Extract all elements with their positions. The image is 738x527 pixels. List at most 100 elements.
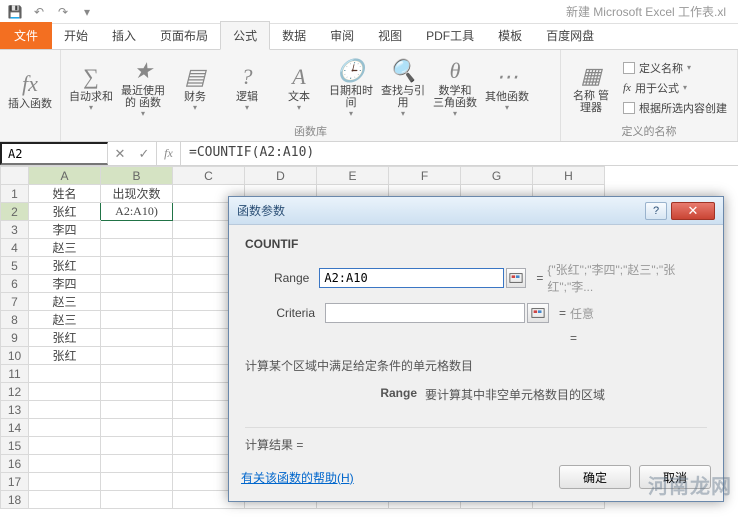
insert-function-button[interactable]: fx 插入函数: [6, 54, 54, 125]
fx-small-icon: fx: [623, 82, 631, 94]
cell[interactable]: 张红: [29, 329, 101, 347]
cell[interactable]: 李四: [29, 221, 101, 239]
cell[interactable]: 赵三: [29, 239, 101, 257]
cell[interactable]: 赵三: [29, 311, 101, 329]
function-name: COUNTIF: [245, 237, 707, 251]
row-header[interactable]: 4: [1, 239, 29, 257]
cell[interactable]: 李四: [29, 275, 101, 293]
theta-icon: θ: [450, 57, 461, 85]
row-header[interactable]: 18: [1, 491, 29, 509]
col-header-h[interactable]: H: [533, 167, 605, 185]
dialog-title: 函数参数: [237, 202, 645, 219]
text-button[interactable]: A文本▾: [275, 54, 323, 121]
row-header[interactable]: 9: [1, 329, 29, 347]
dialog-help-button[interactable]: ?: [645, 202, 667, 220]
arg-criteria-preview: 任意: [570, 305, 594, 322]
cancel-edit-button[interactable]: ✕: [108, 146, 132, 162]
tab-home[interactable]: 开始: [52, 22, 100, 49]
arg-criteria-input[interactable]: [325, 303, 525, 323]
math-trig-button[interactable]: θ数学和 三角函数▾: [431, 54, 479, 121]
recently-used-button[interactable]: ★最近使用的 函数▾: [119, 54, 167, 121]
tab-file[interactable]: 文件: [0, 22, 52, 49]
formula-input[interactable]: =COUNTIF(A2:A10): [181, 142, 738, 165]
tab-view[interactable]: 视图: [366, 22, 414, 49]
autosum-button[interactable]: ∑自动求和▾: [67, 54, 115, 121]
select-all-corner[interactable]: [1, 167, 29, 185]
col-header-b[interactable]: B: [101, 167, 173, 185]
question-icon: ?: [242, 63, 253, 91]
create-sel-icon: [623, 102, 635, 114]
tab-data[interactable]: 数据: [270, 22, 318, 49]
tab-page-layout[interactable]: 页面布局: [148, 22, 220, 49]
row-header[interactable]: 14: [1, 419, 29, 437]
date-time-button[interactable]: 🕒日期和时间▾: [327, 54, 375, 121]
cell[interactable]: 张红: [29, 347, 101, 365]
financial-button[interactable]: ▤财务▾: [171, 54, 219, 121]
active-cell[interactable]: A2:A10): [101, 203, 173, 221]
row-header[interactable]: 10: [1, 347, 29, 365]
tab-insert[interactable]: 插入: [100, 22, 148, 49]
dialog-close-button[interactable]: ✕: [671, 202, 715, 220]
cell[interactable]: 张红: [29, 203, 101, 221]
text-a-icon: A: [292, 63, 305, 91]
name-manager-button[interactable]: ▦名称 管理器: [567, 54, 615, 121]
ok-button[interactable]: 确定: [559, 465, 631, 489]
save-icon[interactable]: 💾: [4, 2, 26, 22]
document-title: 新建 Microsoft Excel 工作表.xl: [566, 3, 734, 20]
col-header-g[interactable]: G: [461, 167, 533, 185]
quick-access-toolbar: 💾 ↶ ↷ ▾ 新建 Microsoft Excel 工作表.xl: [0, 0, 738, 24]
row-header[interactable]: 6: [1, 275, 29, 293]
criteria-ref-button[interactable]: [527, 303, 549, 323]
tab-pdf-tools[interactable]: PDF工具: [414, 22, 486, 49]
arg-range-label: Range: [245, 271, 319, 285]
more-functions-button[interactable]: ⋯其他函数▾: [483, 54, 531, 121]
fx-icon: fx: [22, 70, 38, 98]
row-header[interactable]: 16: [1, 455, 29, 473]
tab-review[interactable]: 审阅: [318, 22, 366, 49]
range-ref-button[interactable]: [506, 268, 526, 288]
cell[interactable]: 出现次数: [101, 185, 173, 203]
col-header-a[interactable]: A: [29, 167, 101, 185]
qat-customize-icon[interactable]: ▾: [76, 2, 98, 22]
ribbon-tabs: 文件 开始 插入 页面布局 公式 数据 审阅 视图 PDF工具 模板 百度网盘: [0, 24, 738, 50]
col-header-d[interactable]: D: [245, 167, 317, 185]
enter-edit-button[interactable]: ✓: [132, 146, 156, 162]
use-in-formula-button[interactable]: fx用于公式 ▾: [619, 79, 731, 97]
row-header[interactable]: 7: [1, 293, 29, 311]
col-header-e[interactable]: E: [317, 167, 389, 185]
row-header[interactable]: 13: [1, 401, 29, 419]
undo-icon[interactable]: ↶: [28, 2, 50, 22]
name-box[interactable]: [0, 142, 108, 165]
row-header[interactable]: 11: [1, 365, 29, 383]
logical-button[interactable]: ?逻辑▾: [223, 54, 271, 121]
lookup-icon: 🔍: [389, 57, 416, 85]
cancel-button[interactable]: 取消: [639, 465, 711, 489]
row-header[interactable]: 3: [1, 221, 29, 239]
create-from-selection-button[interactable]: 根据所选内容创建: [619, 99, 731, 117]
col-header-c[interactable]: C: [173, 167, 245, 185]
row-header[interactable]: 1: [1, 185, 29, 203]
define-name-button[interactable]: 定义名称 ▾: [619, 59, 731, 77]
row-header[interactable]: 17: [1, 473, 29, 491]
arg-range-input[interactable]: [319, 268, 504, 288]
col-header-f[interactable]: F: [389, 167, 461, 185]
tab-formulas[interactable]: 公式: [220, 21, 270, 50]
tab-baidu[interactable]: 百度网盘: [534, 22, 606, 49]
collapse-dialog-icon: [531, 306, 545, 320]
cell[interactable]: 张红: [29, 257, 101, 275]
row-header[interactable]: 5: [1, 257, 29, 275]
row-header[interactable]: 15: [1, 437, 29, 455]
dialog-title-bar[interactable]: 函数参数 ? ✕: [229, 197, 723, 225]
row-header[interactable]: 12: [1, 383, 29, 401]
cell[interactable]: 赵三: [29, 293, 101, 311]
function-help-link[interactable]: 有关该函数的帮助(H): [241, 469, 354, 486]
cell[interactable]: 姓名: [29, 185, 101, 203]
lookup-ref-button[interactable]: 🔍查找与引用▾: [379, 54, 427, 121]
redo-icon[interactable]: ↷: [52, 2, 74, 22]
row-header[interactable]: 2: [1, 203, 29, 221]
row-header[interactable]: 8: [1, 311, 29, 329]
argument-description: 要计算其中非空单元格数目的区域: [425, 386, 605, 403]
tab-template[interactable]: 模板: [486, 22, 534, 49]
fx-button[interactable]: fx: [157, 142, 181, 165]
sigma-icon: ∑: [83, 63, 99, 91]
